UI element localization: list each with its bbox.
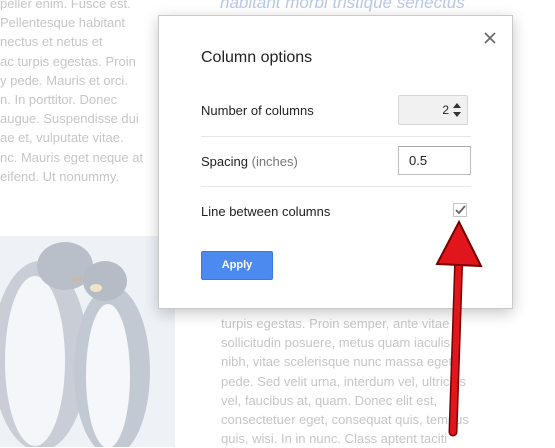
- penguin-image: [0, 236, 175, 447]
- background-line: pede. Sed velit urna, interdum vel, ultr…: [221, 373, 466, 389]
- line-between-label: Line between columns: [201, 204, 331, 219]
- background-line: eifend. Ut nonummy.: [0, 168, 119, 184]
- penguin-illustration: [0, 236, 175, 447]
- background-line: nectus et netus et: [0, 34, 103, 50]
- background-line: nc. Mauris eget neque at: [0, 149, 144, 165]
- background-line: sollicitudin posuere, metus quam iaculis: [221, 335, 451, 351]
- background-heading: habitant morbi tristique senectus: [220, 0, 465, 12]
- background-text-left: peller enim. Fusce est. Pellentesque hab…: [0, 0, 160, 186]
- background-line: turpis egestas. Proin semper, ante vitae: [221, 316, 450, 331]
- line-between-checkbox[interactable]: [453, 203, 467, 217]
- background-line: nibh, vitae scelerisque nunc massa eget: [221, 354, 453, 370]
- dialog-title: Column options: [201, 49, 313, 66]
- background-line: Pellentesque habitant: [0, 15, 126, 31]
- background-line: ac turpis egestas. Proin: [0, 53, 136, 69]
- background-line: y pede. Mauris et orci.: [0, 72, 128, 88]
- divider: [201, 136, 471, 137]
- background-text-right: turpis egestas. Proin semper, ante vitae…: [221, 314, 521, 448]
- column-options-dialog: Column options Number of columns 2 Spaci…: [158, 15, 513, 309]
- close-icon: [484, 32, 496, 44]
- spacing-label: Spacing (inches): [201, 154, 298, 169]
- background-line: consectetuer eget, consequat quis, tempu…: [221, 411, 469, 427]
- background-line: peller enim. Fusce est.: [0, 0, 131, 11]
- spacing-input[interactable]: 0.5: [398, 146, 471, 175]
- stepper-arrows-icon[interactable]: [453, 103, 461, 117]
- divider: [201, 186, 471, 187]
- background-line: augue. Suspendisse dui: [0, 111, 139, 127]
- columns-value: 2: [442, 103, 449, 117]
- spacing-unit-hint: (inches): [251, 154, 298, 169]
- columns-stepper[interactable]: 2: [398, 95, 468, 125]
- apply-button[interactable]: Apply: [201, 251, 273, 280]
- background-line: ae et, vulputate vitae.: [0, 130, 124, 146]
- columns-label: Number of columns: [201, 103, 314, 118]
- background-line: quis, wisi. In in nunc. Class aptent tac…: [221, 431, 448, 447]
- close-button[interactable]: [482, 30, 498, 46]
- background-line: vel, faucibus at, quam. Donec elit est,: [221, 392, 438, 408]
- checkmark-icon: [455, 205, 466, 215]
- background-line: n. In porttitor. Donec: [0, 91, 118, 107]
- spacing-label-text: Spacing: [201, 154, 248, 169]
